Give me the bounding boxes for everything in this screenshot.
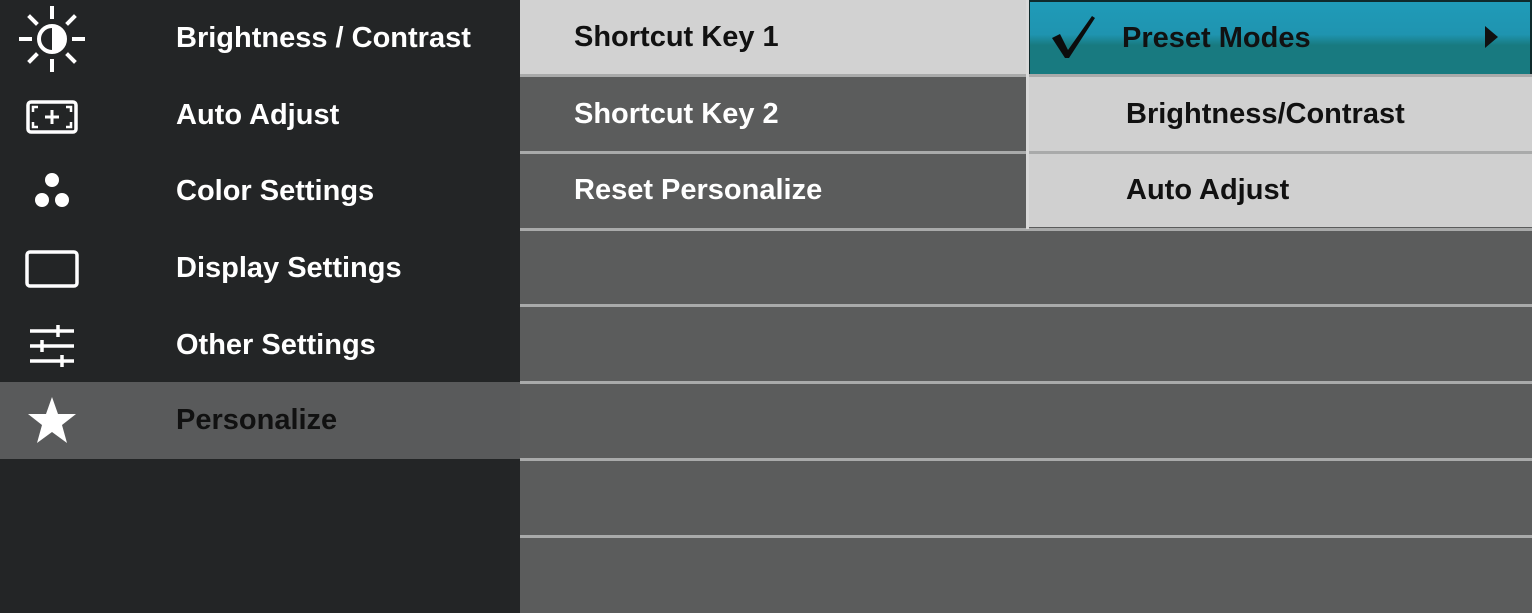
main-menu-item-auto-adjust[interactable]: Auto Adjust (0, 77, 520, 154)
main-menu-label: Other Settings (176, 329, 376, 361)
column-divider (1026, 0, 1029, 229)
sliders-icon (14, 308, 90, 384)
main-menu-label: Display Settings (176, 252, 402, 284)
arrow-right-icon (1485, 26, 1498, 48)
submenu-label: Shortcut Key 2 (574, 97, 779, 130)
main-menu-item-personalize[interactable]: Personalize (0, 382, 520, 459)
submenu-label: Shortcut Key 1 (574, 20, 779, 53)
main-menu-item-color-settings[interactable]: Color Settings (0, 153, 520, 230)
brightness-icon (14, 1, 90, 77)
row-divider (520, 304, 1532, 307)
row-divider (520, 458, 1532, 461)
submenu-item-shortcut-key-2[interactable]: Shortcut Key 2 (520, 77, 1028, 151)
option-label: Preset Modes (1122, 21, 1311, 54)
option-label: Brightness/Contrast (1126, 97, 1405, 130)
main-menu-label: Auto Adjust (176, 99, 340, 131)
checkmark-icon (1052, 16, 1095, 58)
main-menu-item-brightness-contrast[interactable]: Brightness / Contrast (0, 0, 520, 77)
monitor-osd: Brightness / Contrast Auto Adjust Color … (0, 0, 1532, 613)
submenu-label: Reset Personalize (574, 173, 823, 206)
option-item-brightness-contrast[interactable]: Brightness/Contrast (1028, 77, 1532, 151)
main-menu-label: Color Settings (176, 175, 375, 207)
main-menu-label: Personalize (176, 404, 338, 436)
color-settings-icon (14, 154, 90, 230)
row-divider (520, 381, 1532, 384)
main-menu-item-other-settings[interactable]: Other Settings (0, 307, 520, 384)
option-label: Auto Adjust (1126, 173, 1290, 206)
row-divider (520, 535, 1532, 538)
auto-adjust-icon (14, 78, 90, 154)
display-settings-icon (14, 231, 90, 307)
star-icon (14, 383, 90, 459)
main-menu: Brightness / Contrast Auto Adjust Color … (0, 0, 520, 613)
submenu-item-reset-personalize[interactable]: Reset Personalize (520, 153, 1028, 227)
settings-panel: Shortcut Key 1 Shortcut Key 2 Reset Pers… (520, 0, 1532, 613)
main-menu-label: Brightness / Contrast (176, 22, 471, 54)
main-menu-item-display-settings[interactable]: Display Settings (0, 230, 520, 307)
option-item-auto-adjust[interactable]: Auto Adjust (1028, 153, 1532, 227)
option-item-preset-modes[interactable]: Preset Modes (1028, 0, 1532, 76)
submenu-item-shortcut-key-1[interactable]: Shortcut Key 1 (520, 0, 1028, 74)
